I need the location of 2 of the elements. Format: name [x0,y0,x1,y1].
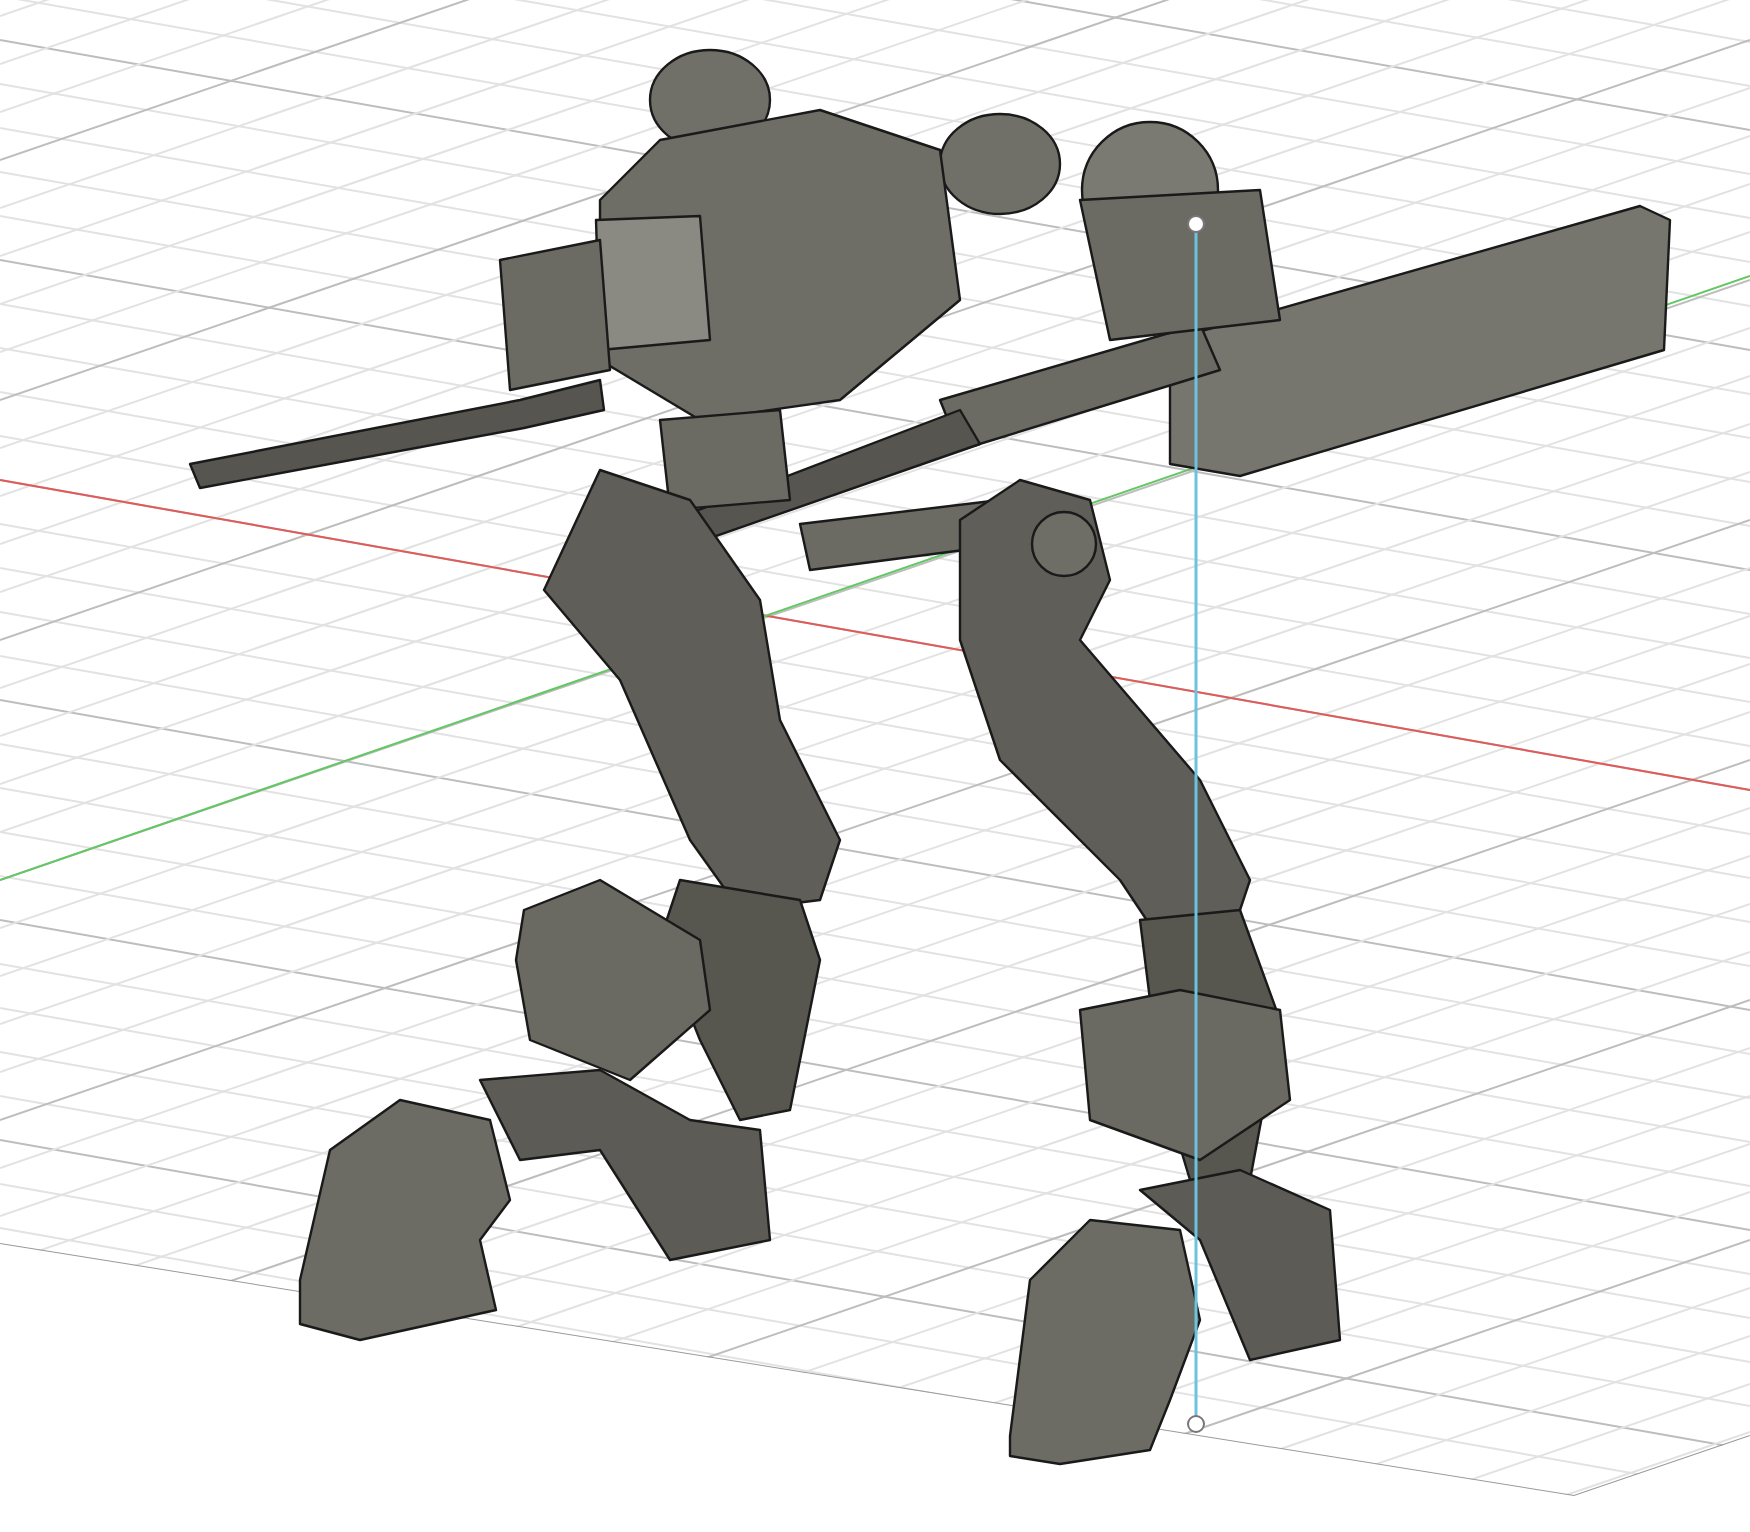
robot-model-drawing[interactable] [188,48,1672,1466]
sketch-line[interactable] [1187,215,1205,1433]
